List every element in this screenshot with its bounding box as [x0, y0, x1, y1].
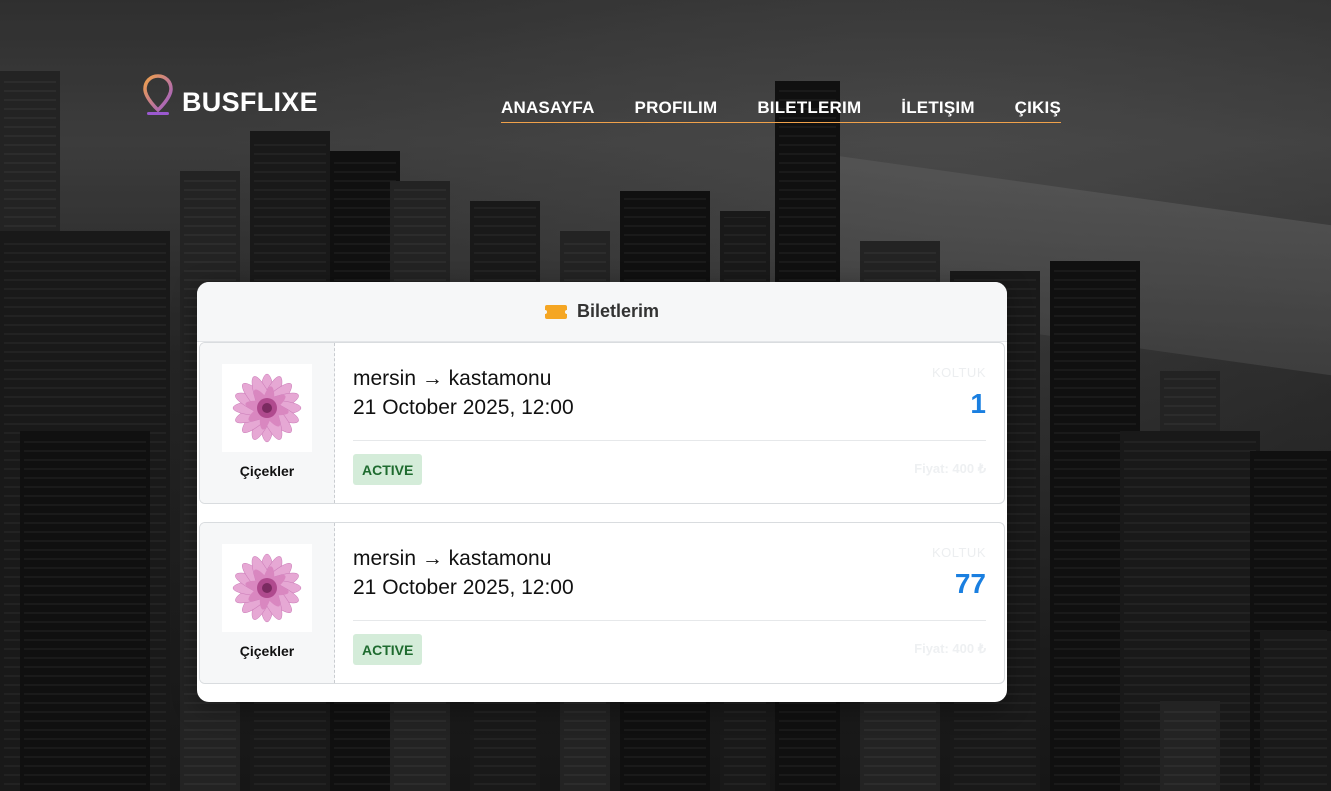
ticket-card[interactable]: Çiçekler mersin → kastamonu 21 October 2…	[199, 342, 1005, 504]
divider	[353, 440, 986, 441]
divider	[353, 620, 986, 621]
ticket-date: 21 October 2025, 12:00	[353, 396, 574, 419]
ticket-card[interactable]: Çiçekler mersin → kastamonu 21 October 2…	[199, 522, 1005, 684]
main-nav: ANASAYFA PROFILIM BILETLERIM İLETIŞIM ÇI…	[501, 98, 1061, 123]
flower-icon	[232, 553, 302, 623]
seat-number: 77	[954, 568, 986, 599]
panel-header: Biletlerim	[197, 282, 1007, 342]
seat-number: 1	[970, 388, 986, 419]
seat-label: KOLTUK	[931, 365, 986, 380]
ticket-price: Fiyat: 400 ₺	[914, 461, 986, 476]
nav-anasayfa[interactable]: ANASAYFA	[501, 98, 595, 118]
company-name: Çiçekler	[239, 463, 295, 479]
ticket-main: mersin → kastamonu 21 October 2025, 12:0…	[335, 343, 1004, 503]
status-badge: ACTIVE	[353, 634, 423, 665]
flower-icon	[232, 373, 302, 443]
nav-iletisim[interactable]: İLETIŞIM	[901, 98, 974, 118]
company-logo	[222, 364, 312, 452]
panel-title: Biletlerim	[576, 301, 660, 321]
ticket-stub: Çiçekler	[200, 343, 335, 503]
ticket-main: mersin → kastamonu 21 October 2025, 12:0…	[335, 523, 1004, 683]
tickets-panel: Biletlerim Çiçekler mersin → kastamonu 2…	[197, 282, 1007, 702]
brand-logo[interactable]: BUSFLIXE	[142, 74, 318, 124]
ticket-route: mersin → kastamonu	[353, 367, 552, 390]
ticket-stub: Çiçekler	[200, 523, 335, 683]
nav-profilim[interactable]: PROFILIM	[635, 98, 718, 118]
company-name: Çiçekler	[239, 643, 295, 659]
ticket-date: 21 October 2025, 12:00	[353, 576, 574, 599]
ticket-route: mersin → kastamonu	[353, 547, 552, 570]
status-badge: ACTIVE	[353, 454, 423, 485]
nav-cikis[interactable]: ÇIKIŞ	[1015, 98, 1061, 118]
ticket-price: Fiyat: 400 ₺	[914, 641, 986, 656]
location-pin-icon	[143, 74, 173, 115]
seat-label: KOLTUK	[931, 545, 986, 560]
ticket-icon	[544, 304, 567, 319]
nav-biletlerim[interactable]: BILETLERIM	[757, 98, 861, 118]
company-logo	[222, 544, 312, 632]
brand-name: BUSFLIXE	[182, 86, 318, 117]
